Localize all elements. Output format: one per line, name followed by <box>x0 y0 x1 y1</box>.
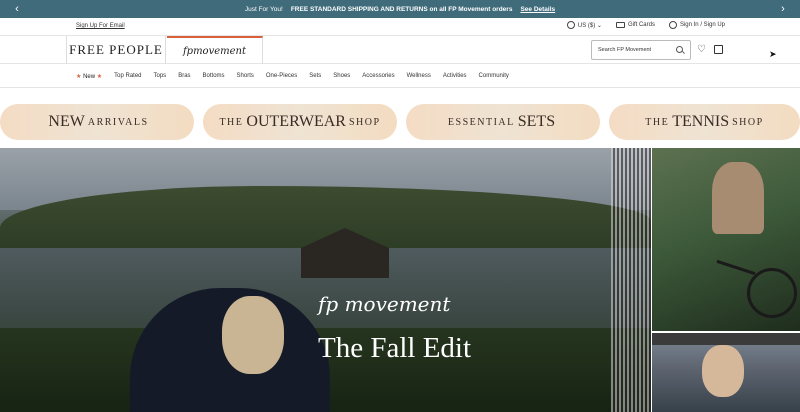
heart-icon[interactable]: ♡ <box>697 44 706 55</box>
globe-icon <box>566 21 575 29</box>
nav-item-sets[interactable]: Sets <box>309 73 321 79</box>
nav-item-tops[interactable]: Tops <box>154 73 167 79</box>
hero-image[interactable] <box>0 148 651 412</box>
banner-outerwear-shop[interactable]: THE OUTERWEAR SHOP <box>203 104 397 140</box>
side-image-portrait[interactable] <box>652 333 800 412</box>
email-signup-link[interactable]: Sign Up For Email <box>76 23 125 29</box>
search-box[interactable] <box>591 40 691 60</box>
shopping-bag-icon[interactable] <box>714 45 723 54</box>
chevron-left-icon[interactable]: ‹ <box>8 0 26 18</box>
star-icon: ★ <box>96 73 103 80</box>
search-icon[interactable] <box>676 46 683 53</box>
user-icon <box>668 21 677 29</box>
portrait-face <box>702 345 744 397</box>
promo-bar: ‹ Just For You! FREE STANDARD SHIPPING A… <box>0 0 800 18</box>
promo-just-for-you: Just For You! <box>244 5 283 13</box>
nav-item-wellness[interactable]: Wellness <box>407 73 431 79</box>
currency-selector[interactable]: US ($) ⌄ <box>566 21 602 29</box>
banner-new-arrivals[interactable]: NEW ARRIVALS <box>0 104 194 140</box>
promo-offer-text: FREE STANDARD SHIPPING AND RETURNS on al… <box>290 5 513 13</box>
nav-item-accessories[interactable]: Accessories <box>362 73 394 79</box>
nav-item-shorts[interactable]: Shorts <box>237 73 254 79</box>
nav-item-shoes[interactable]: Shoes <box>333 73 350 79</box>
hero-fp-movement-script: fp movement <box>318 292 451 316</box>
cyclist-figure <box>712 162 764 234</box>
portrait-roof <box>652 333 800 345</box>
nav-item-new[interactable]: ★ New ★ <box>76 73 102 80</box>
bike-frame <box>716 259 756 276</box>
banner-tennis-shop[interactable]: THE TENNIS SHOP <box>609 104 800 140</box>
mouse-cursor-icon: ➤ <box>769 49 777 59</box>
nav-item-community[interactable]: Community <box>479 73 509 79</box>
sign-in-link[interactable]: Sign In / Sign Up <box>668 21 725 29</box>
utility-links: US ($) ⌄ Gift Cards Sign In / Sign Up <box>566 21 725 29</box>
hero-halftone-edge <box>611 148 651 412</box>
free-people-logo[interactable]: FREE PEOPLE <box>66 36 166 64</box>
chevron-right-icon[interactable]: › <box>774 0 792 18</box>
promo-message: Just For You! FREE STANDARD SHIPPING AND… <box>245 6 555 13</box>
star-icon: ★ <box>76 73 82 80</box>
bike-wheel <box>747 268 797 318</box>
gift-cards-link[interactable]: Gift Cards <box>615 22 655 28</box>
nav-item-one-pieces[interactable]: One-Pieces <box>266 73 297 79</box>
main-nav: ★ New ★ Top Rated Tops Bras Bottoms Shor… <box>0 65 800 88</box>
hero-model-head <box>222 296 284 374</box>
promo-see-details-link[interactable]: See Details <box>520 6 555 13</box>
gift-cards-label: Gift Cards <box>627 22 655 28</box>
side-image-cyclist[interactable] <box>652 148 800 331</box>
nav-item-top-rated[interactable]: Top Rated <box>114 73 141 79</box>
utility-bar: Sign Up For Email US ($) ⌄ Gift Cards Si… <box>0 18 800 35</box>
nav-item-activities[interactable]: Activities <box>443 73 467 79</box>
nav-item-bras[interactable]: Bras <box>178 73 190 79</box>
fp-movement-logo[interactable]: fpmovement <box>167 36 263 64</box>
nav-item-bottoms[interactable]: Bottoms <box>203 73 225 79</box>
hero-title[interactable]: The Fall Edit <box>318 332 471 365</box>
sign-in-label: Sign In / Sign Up <box>679 22 725 28</box>
currency-label: US ($) ⌄ <box>577 22 602 29</box>
site-header: FREE PEOPLE fpmovement ♡ ➤ <box>0 35 800 64</box>
banner-essential-sets[interactable]: ESSENTIAL SETS <box>406 104 600 140</box>
gift-card-icon <box>615 22 625 28</box>
category-banners: NEW ARRIVALS THE OUTERWEAR SHOP ESSENTIAL SE… <box>0 104 800 140</box>
search-input[interactable] <box>598 47 674 53</box>
